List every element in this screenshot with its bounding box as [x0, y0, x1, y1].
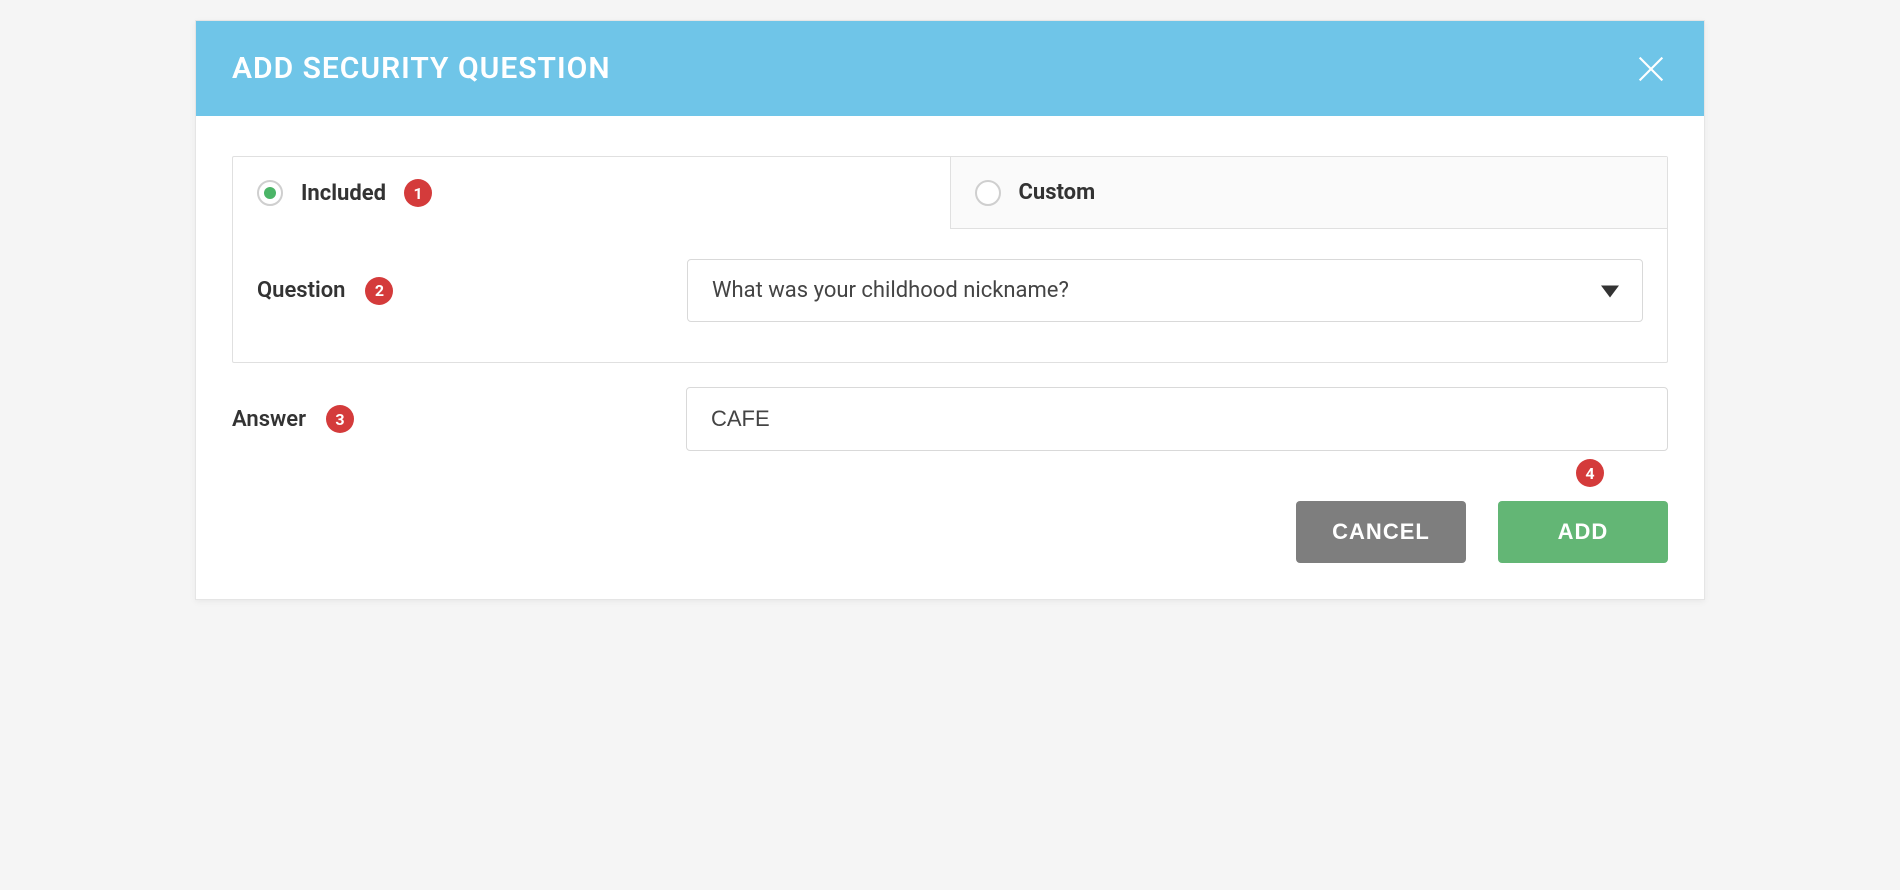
add-button[interactable]: ADD — [1498, 501, 1668, 563]
add-security-question-modal: ADD SECURITY QUESTION Included 1 Cus — [195, 20, 1705, 600]
callout-2: 2 — [365, 277, 393, 305]
close-button[interactable] — [1634, 52, 1668, 86]
close-icon — [1634, 52, 1668, 86]
radio-custom[interactable] — [975, 180, 1001, 206]
question-selected-value: What was your childhood nickname? — [712, 278, 1069, 303]
question-type-tabs: Included 1 Custom — [233, 157, 1667, 229]
question-select[interactable]: What was your childhood nickname? — [687, 259, 1643, 322]
callout-4-wrap: 4 — [1576, 459, 1604, 487]
question-select-wrap: What was your childhood nickname? — [687, 259, 1643, 322]
answer-label: Answer — [232, 407, 306, 432]
tab-custom-label: Custom — [1019, 180, 1096, 205]
modal-header: ADD SECURITY QUESTION — [196, 21, 1704, 116]
answer-row: Answer 3 — [232, 363, 1668, 461]
cancel-button[interactable]: CANCEL — [1296, 501, 1466, 563]
callout-1: 1 — [404, 179, 432, 207]
modal-footer: 4 CANCEL ADD — [196, 481, 1704, 599]
answer-label-wrap: Answer 3 — [232, 405, 686, 433]
callout-3: 3 — [326, 405, 354, 433]
answer-input[interactable] — [686, 387, 1668, 451]
tab-included[interactable]: Included 1 — [233, 157, 950, 229]
callout-4: 4 — [1576, 459, 1604, 487]
question-label: Question — [257, 278, 345, 303]
question-label-wrap: Question 2 — [257, 277, 687, 305]
radio-dot-icon — [264, 187, 276, 199]
modal-title: ADD SECURITY QUESTION — [232, 51, 611, 86]
question-row: Question 2 What was your childhood nickn… — [233, 229, 1667, 362]
question-type-card: Included 1 Custom Question 2 What was yo… — [232, 156, 1668, 363]
tab-custom[interactable]: Custom — [950, 157, 1668, 229]
modal-body: Included 1 Custom Question 2 What was yo… — [196, 116, 1704, 481]
tab-included-label: Included — [301, 181, 386, 206]
chevron-down-icon — [1601, 278, 1619, 303]
radio-included[interactable] — [257, 180, 283, 206]
